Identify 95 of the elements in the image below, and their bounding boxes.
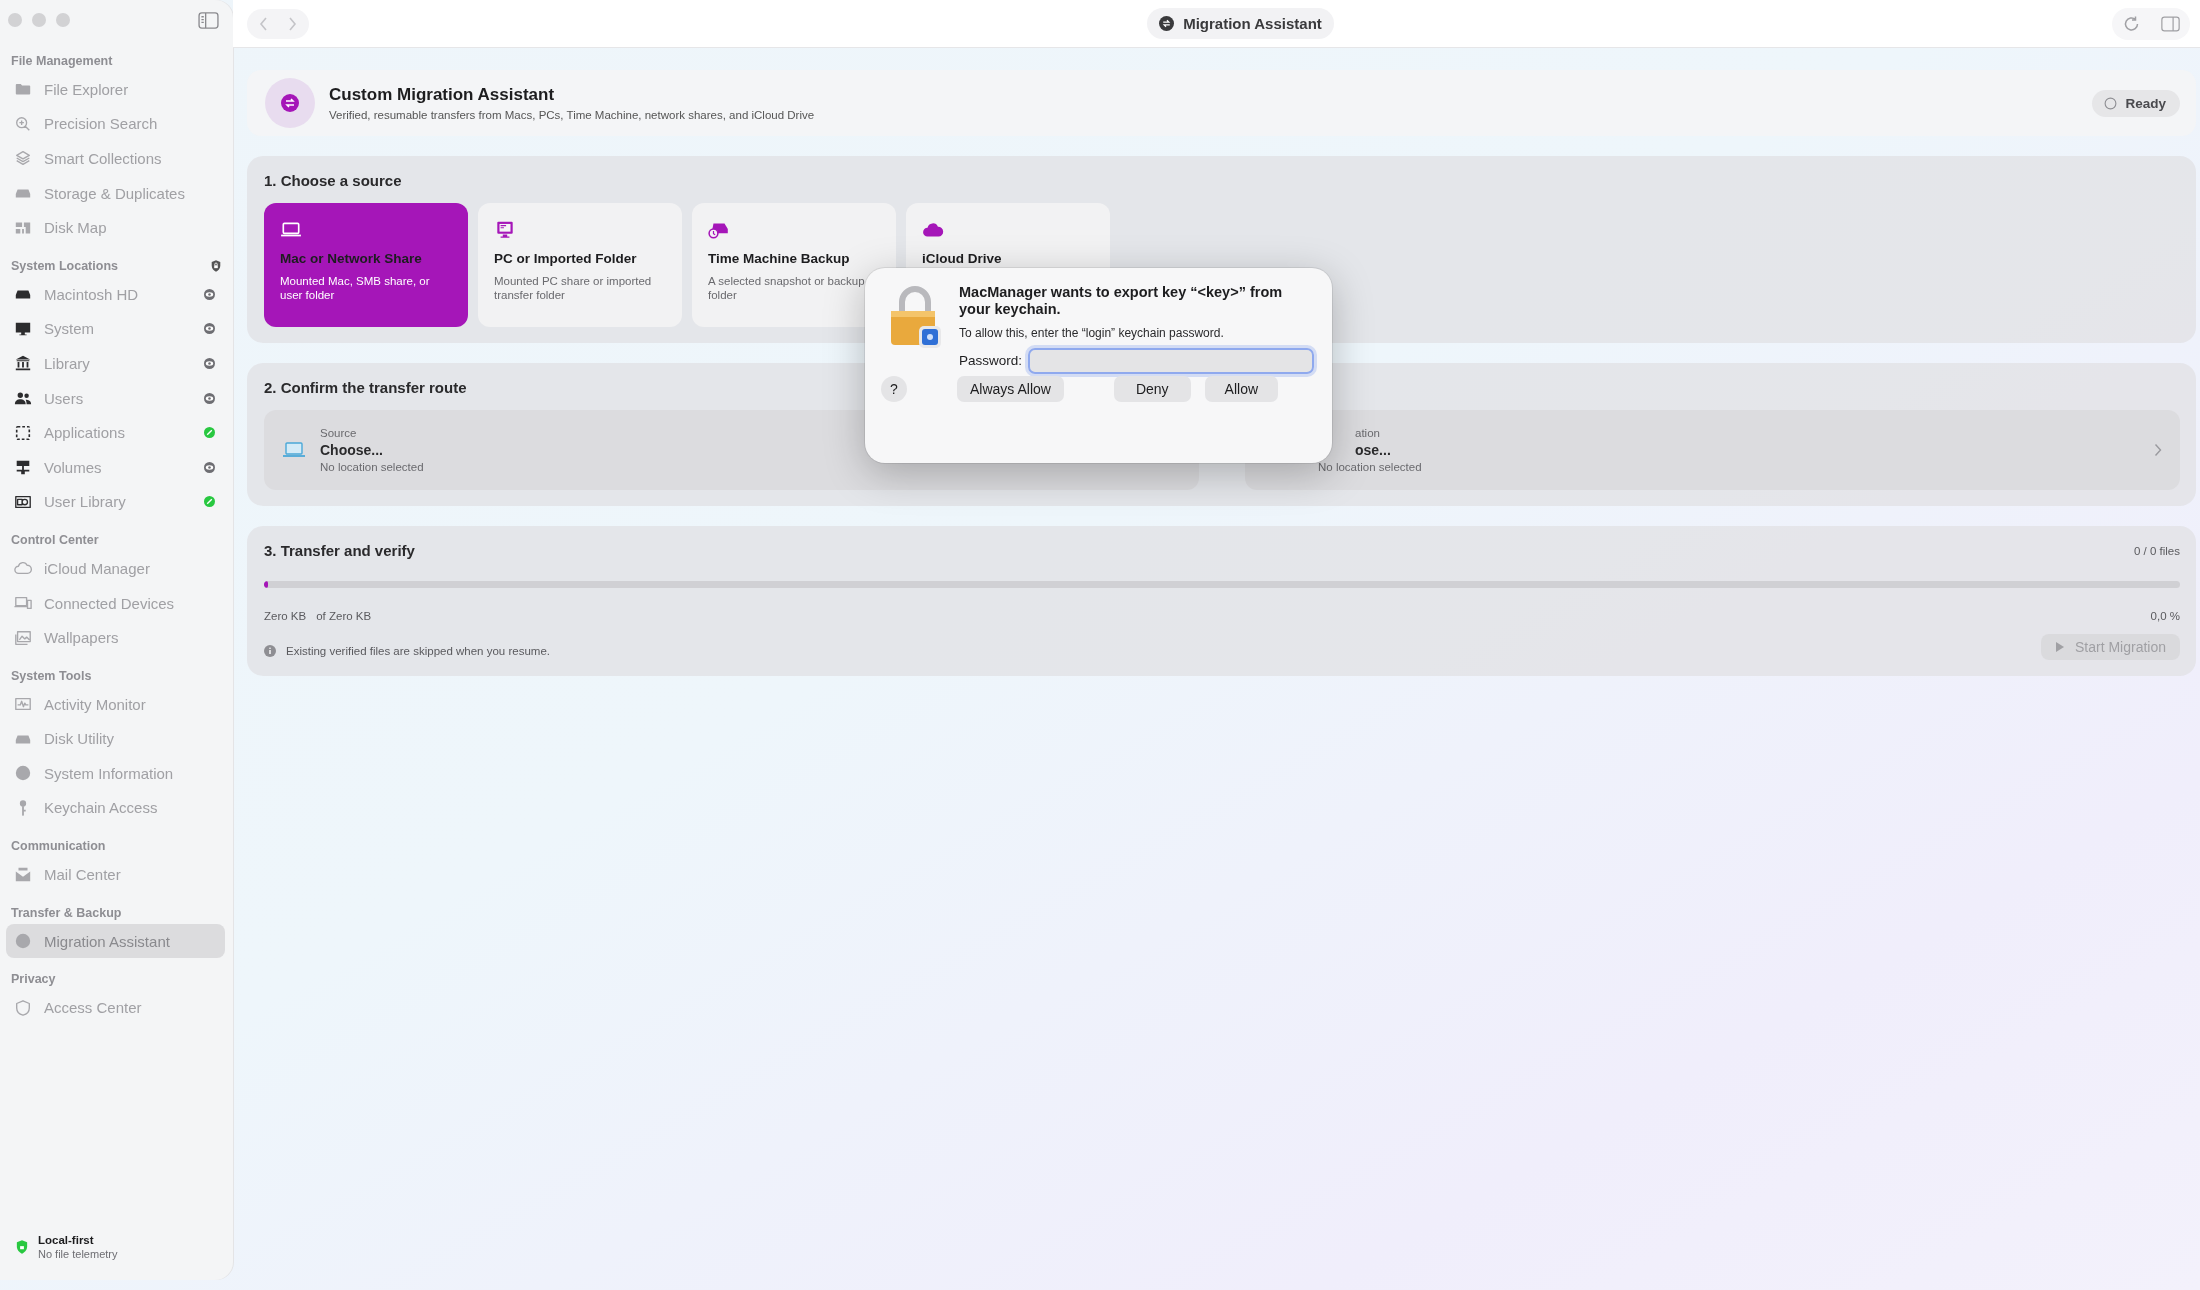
- section-title: 1. Choose a source: [264, 172, 402, 189]
- refresh-icon[interactable]: [2122, 14, 2141, 33]
- sidebar-item[interactable]: Precision Search: [6, 106, 225, 142]
- sidebar-item[interactable]: Keychain Access: [6, 790, 225, 826]
- lock-shield-icon: [211, 259, 221, 272]
- sidebar-item[interactable]: Smart Collections: [6, 141, 225, 176]
- shield-icon: [14, 998, 32, 1017]
- zoom-window-icon[interactable]: [56, 13, 70, 27]
- endpoint-label: Source: [320, 427, 358, 439]
- circle-icon: [2104, 96, 2118, 110]
- chevron-right-icon: [2154, 443, 2162, 457]
- dialog-button[interactable]: Allow: [1204, 375, 1279, 402]
- endpoint-detail: No location selected: [1317, 461, 1423, 473]
- sidebar-toggle-icon[interactable]: [198, 11, 219, 29]
- option-title: PC or Imported Folder: [494, 251, 638, 266]
- sidebar-item[interactable]: Applications: [6, 415, 225, 450]
- sidebar-item[interactable]: File Explorer: [6, 72, 225, 107]
- photos-icon: [14, 628, 32, 647]
- section-heading: Privacy: [11, 972, 56, 987]
- section-heading: Control Center: [11, 533, 99, 548]
- resume-note: Existing verified files are skipped when you resume.: [286, 645, 550, 657]
- footer-subtitle: No file telemetry: [38, 1248, 118, 1260]
- sidebar-item[interactable]: Volumes: [6, 449, 225, 485]
- section-heading: System Locations: [11, 258, 118, 273]
- percent-complete: 0,0 %: [2150, 610, 2180, 622]
- envelope-icon: [14, 865, 32, 884]
- option-title: Mac or Network Share: [280, 251, 423, 266]
- close-window-icon[interactable]: [8, 13, 22, 27]
- transferred-size: Zero KB: [264, 610, 307, 622]
- option-title: Time Machine Backup: [708, 251, 851, 266]
- play-icon: [2054, 641, 2065, 653]
- server-icon: [14, 458, 32, 477]
- help-button[interactable]: ?: [881, 375, 907, 402]
- file-count: 0 / 0 files: [2133, 544, 2180, 557]
- shield-icon: [16, 1240, 28, 1254]
- forward-icon[interactable]: [287, 15, 297, 32]
- option-title: iCloud Drive: [922, 251, 1003, 266]
- footer-title: Local-first: [38, 1234, 95, 1246]
- status-text: Ready: [2125, 95, 2166, 111]
- sidebar-item[interactable]: User Library: [6, 484, 225, 520]
- dialog-button[interactable]: Always Allow: [957, 375, 1064, 402]
- sidebar-item[interactable]: Access Center: [6, 990, 225, 1026]
- window-title: Migration Assistant: [1147, 8, 1334, 39]
- route-endpoint[interactable]: ation ose... No location selected: [1245, 410, 2180, 490]
- sidebar-item[interactable]: Connected Devices: [6, 585, 225, 621]
- laptop-icon: [280, 221, 302, 239]
- monitor-icon: [494, 221, 516, 239]
- endpoint-detail: No location selected: [320, 461, 425, 473]
- sidebar-item[interactable]: Storage & Duplicates: [6, 175, 225, 211]
- dashed-square-icon: [14, 423, 32, 442]
- sidebar-item[interactable]: Mail Center: [6, 857, 225, 892]
- section-heading: System Tools: [11, 668, 92, 683]
- sidebar-item[interactable]: Users: [6, 380, 225, 416]
- sidebar-item[interactable]: Library: [6, 346, 225, 381]
- sidebar-item[interactable]: Disk Utility: [6, 721, 225, 757]
- endpoint-value: Choose...: [320, 442, 384, 458]
- devices-icon: [14, 594, 32, 612]
- source-option[interactable]: Time Machine Backup A selected snapshot or backup folder: [692, 203, 896, 327]
- dialog-message: To allow this, enter the “login” keychain password.: [959, 325, 1225, 340]
- sidebar-item[interactable]: Activity Monitor: [6, 686, 225, 722]
- sidebar-item[interactable]: Wallpapers: [6, 620, 225, 655]
- option-description: Mounted PC share or imported transfer folder: [494, 274, 653, 303]
- minimize-window-icon[interactable]: [32, 13, 46, 27]
- source-option[interactable]: Mac or Network Share Mounted Mac, SMB share, or user folder: [264, 203, 468, 327]
- sidebar-item[interactable]: Macintosh HD: [6, 276, 225, 312]
- laptop-icon: [282, 441, 306, 459]
- sidebar-item[interactable]: Disk Map: [6, 210, 225, 245]
- building-icon: [14, 354, 32, 373]
- section-heading: Communication: [11, 839, 106, 854]
- sidebar-item[interactable]: Migration Assistant: [6, 923, 225, 959]
- section-title: 3. Transfer and verify: [264, 542, 415, 559]
- dialog-button[interactable]: Deny: [1113, 375, 1191, 402]
- field-label: Password:: [959, 353, 1023, 369]
- page-title: Custom Migration Assistant: [329, 85, 556, 105]
- section-title: 2. Confirm the transfer route: [264, 379, 467, 396]
- option-description: Mounted Mac, SMB share, or user folder: [280, 274, 431, 303]
- page-subtitle: Verified, resumable transfers from Macs, PCs, Time Machine, network shares, and iCloud Drive: [329, 109, 816, 121]
- sidebar-item[interactable]: iCloud Manager: [6, 551, 225, 586]
- back-icon[interactable]: [259, 15, 269, 32]
- layers-icon: [14, 149, 32, 168]
- cloud-icon: [922, 221, 944, 239]
- option-description: A selected snapshot or backup folder: [708, 274, 866, 303]
- section-heading: File Management: [11, 54, 113, 68]
- source-option[interactable]: PC or Imported Folder Mounted PC share or imported transfer folder: [478, 203, 682, 327]
- drive-icon: [708, 221, 730, 239]
- password-field[interactable]: [1028, 347, 1314, 374]
- zoom-in-icon: [14, 114, 32, 133]
- section-heading: Transfer & Backup: [11, 905, 122, 920]
- sidebar-item[interactable]: System Information: [6, 756, 225, 791]
- endpoint-label: ation: [1354, 427, 1381, 439]
- sidebar-item[interactable]: System: [6, 311, 225, 347]
- inspector-toggle-icon[interactable]: [2161, 14, 2180, 33]
- total-size: of Zero KB: [316, 610, 372, 622]
- endpoint-value: ose...: [1354, 442, 1392, 458]
- app-icon: [265, 78, 315, 128]
